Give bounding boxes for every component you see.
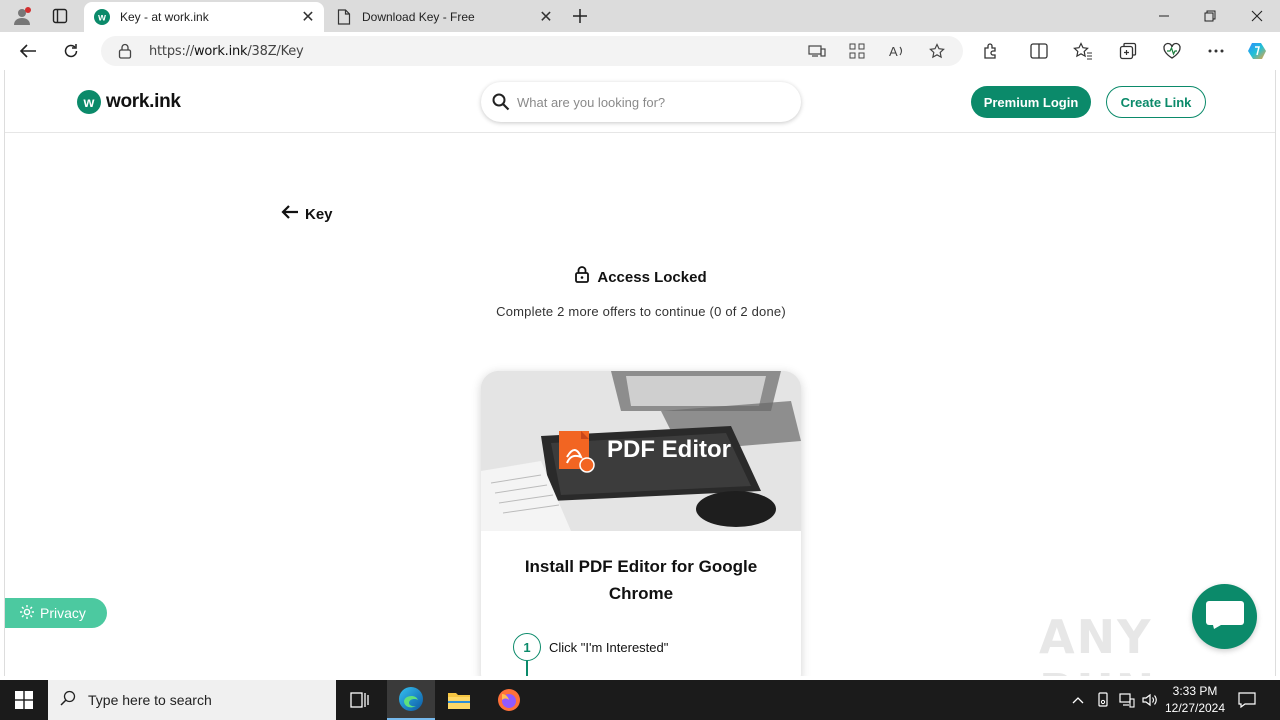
privacy-button[interactable]: Privacy xyxy=(5,598,107,628)
step-number: 1 xyxy=(513,633,541,661)
svg-text:w: w xyxy=(97,13,106,24)
step-text: Click "I'm Interested" xyxy=(549,639,669,655)
offer-image-label: PDF Editor xyxy=(607,436,731,463)
svg-text:A: A xyxy=(889,44,898,59)
offer-title: Install PDF Editor for Google Chrome xyxy=(524,557,758,603)
collections-icon[interactable] xyxy=(1117,41,1139,61)
logo-text: work.ink xyxy=(106,91,181,112)
address-bar[interactable]: https://work.ink/38Z/Key A xyxy=(101,36,963,66)
firefox-icon[interactable] xyxy=(485,680,533,720)
notification-icon[interactable] xyxy=(1237,690,1257,710)
favorites-icon[interactable] xyxy=(1072,41,1094,61)
profile-icon[interactable] xyxy=(8,4,36,28)
step-connector xyxy=(526,661,528,676)
back-label: Key xyxy=(305,206,333,223)
lock-icon[interactable] xyxy=(115,41,135,61)
task-view-icon[interactable] xyxy=(336,680,384,720)
tab-actions-icon[interactable] xyxy=(46,4,74,28)
read-aloud-icon[interactable]: A xyxy=(887,41,907,61)
more-menu-icon[interactable] xyxy=(1205,41,1227,61)
web-page: w work.ink Premium Login Create Link Key… xyxy=(4,70,1276,676)
page-icon xyxy=(336,9,352,25)
tab-title: Key - at work.ink xyxy=(120,10,209,24)
arrow-left-icon xyxy=(281,204,299,225)
browser-tab-bar: w Key - at work.ink ✕ Download Key - Fre… xyxy=(0,0,1280,32)
restore-icon[interactable] xyxy=(1187,0,1233,32)
chat-button[interactable] xyxy=(1192,584,1257,649)
access-locked-title: Access Locked xyxy=(597,268,707,286)
work-ink-logo[interactable]: w work.ink xyxy=(77,90,181,114)
offer-image: PDF Editor xyxy=(481,371,801,531)
offer-step: 1 Click "I'm Interested" xyxy=(513,633,668,661)
refresh-icon[interactable] xyxy=(56,37,86,65)
device-icon[interactable] xyxy=(807,41,827,61)
windows-start-icon[interactable] xyxy=(0,680,48,720)
favorite-star-icon[interactable] xyxy=(927,41,947,61)
close-tab-icon[interactable]: ✕ xyxy=(534,5,558,29)
site-search-box xyxy=(481,82,801,122)
logo-mark: w xyxy=(77,90,101,114)
url-text: https://work.ink/38Z/Key xyxy=(149,44,304,59)
minimize-icon[interactable] xyxy=(1141,0,1187,32)
site-search-input[interactable] xyxy=(517,94,777,110)
offer-card[interactable]: PDF Editor Install PDF Editor for Google… xyxy=(481,371,801,676)
file-explorer-icon[interactable] xyxy=(435,680,483,720)
chat-icon xyxy=(1205,599,1245,634)
network-icon[interactable] xyxy=(1117,690,1137,710)
create-link-button[interactable]: Create Link xyxy=(1106,86,1206,118)
work-ink-favicon-icon: w xyxy=(94,9,110,25)
new-tab-icon[interactable] xyxy=(566,4,594,28)
premium-login-button[interactable]: Premium Login xyxy=(971,86,1091,118)
gear-icon xyxy=(19,604,35,623)
tab-work-ink[interactable]: w Key - at work.ink ✕ xyxy=(84,2,324,32)
split-screen-icon[interactable] xyxy=(1028,41,1050,61)
back-arrow-icon[interactable] xyxy=(13,37,43,65)
edge-browser-icon[interactable] xyxy=(387,680,435,720)
clock-time: 3:33 PM xyxy=(1172,684,1218,698)
tab-download-key[interactable]: Download Key - Free ✕ xyxy=(326,2,562,32)
copilot-icon[interactable] xyxy=(1246,41,1268,61)
search-icon xyxy=(491,92,511,112)
clock-date: 12/27/2024 xyxy=(1164,701,1226,715)
windows-taskbar: Type here to search 3:33 PM 12/27/2024 xyxy=(0,680,1280,720)
taskbar-search-box[interactable]: Type here to search xyxy=(48,680,336,720)
extensions-icon[interactable] xyxy=(980,41,1002,61)
apps-grid-icon[interactable] xyxy=(847,41,867,61)
browser-essentials-icon[interactable] xyxy=(1161,41,1183,61)
site-header: w work.ink Premium Login Create Link xyxy=(5,70,1275,133)
back-to-key-link[interactable]: Key xyxy=(281,204,333,225)
close-tab-icon[interactable]: ✕ xyxy=(296,5,320,29)
access-locked-heading: Access Locked xyxy=(5,266,1275,288)
tab-title: Download Key - Free xyxy=(362,10,475,24)
padlock-icon xyxy=(575,266,590,288)
privacy-label: Privacy xyxy=(40,605,86,621)
device-tray-icon[interactable] xyxy=(1093,690,1113,710)
search-icon xyxy=(60,690,76,711)
taskbar-clock[interactable]: 3:33 PM 12/27/2024 xyxy=(1160,683,1230,717)
volume-icon[interactable] xyxy=(1140,690,1160,710)
close-window-icon[interactable] xyxy=(1234,0,1280,32)
chevron-up-icon[interactable] xyxy=(1068,690,1088,710)
taskbar-search-placeholder: Type here to search xyxy=(88,692,212,708)
offer-progress-text: Complete 2 more offers to continue (0 of… xyxy=(496,304,786,319)
browser-toolbar: https://work.ink/38Z/Key A xyxy=(0,32,1280,70)
